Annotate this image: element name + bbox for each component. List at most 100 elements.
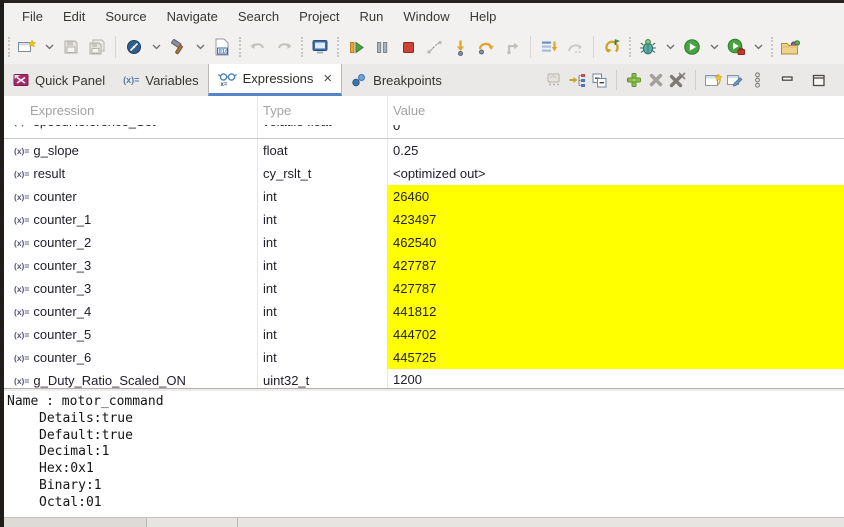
open-resource-button[interactable]: [777, 34, 803, 60]
tab-variables[interactable]: (x)= Variables: [114, 64, 208, 96]
svg-text:010: 010: [219, 49, 229, 55]
view-toolbar: [544, 64, 844, 96]
run-menu-button[interactable]: [705, 34, 723, 60]
table-row[interactable]: (x)= counter_3 int 427787: [4, 277, 844, 300]
toolbar-drag-handle[interactable]: [301, 37, 303, 57]
view-menu-button[interactable]: [746, 68, 768, 92]
restart-button[interactable]: [599, 34, 625, 60]
expression-name: counter_4: [33, 304, 92, 319]
menu-item-search[interactable]: Search: [228, 5, 289, 28]
table-row[interactable]: (x)= counter_3 int 427787: [4, 254, 844, 277]
step-into-button[interactable]: [447, 34, 473, 60]
view-window-buttons: [776, 68, 836, 92]
save-button[interactable]: [58, 34, 84, 60]
minimize-button[interactable]: [776, 68, 798, 92]
step-over-button[interactable]: [473, 34, 499, 60]
table-row[interactable]: (x)= counter_4 int 441812: [4, 300, 844, 323]
menu-item-file[interactable]: File: [12, 5, 53, 28]
toolbar-drag-handle[interactable]: [629, 37, 631, 57]
table-row[interactable]: (x)= counter_2 int 462540: [4, 231, 844, 254]
menu-item-run[interactable]: Run: [350, 5, 394, 28]
binary-file-button[interactable]: 010: [209, 34, 235, 60]
expression-name: counter_1: [33, 212, 92, 227]
debug-button[interactable]: [635, 34, 661, 60]
expression-type: int: [263, 304, 277, 319]
table-row[interactable]: (x)= counter int 26460: [4, 185, 844, 208]
toolbar-drag-handle[interactable]: [239, 37, 241, 57]
detail-attribute: Binary:1: [39, 477, 102, 493]
new-wizard-button[interactable]: [14, 34, 40, 60]
redo-button[interactable]: [271, 34, 297, 60]
menu-item-project[interactable]: Project: [289, 5, 349, 28]
tab-breakpoints[interactable]: Breakpoints: [342, 64, 451, 96]
remove-all-expressions-button[interactable]: [667, 68, 689, 92]
chevron-down-icon: [710, 44, 718, 50]
undo-button[interactable]: [245, 34, 271, 60]
terminate-button[interactable]: [395, 34, 421, 60]
toolbar-separator: [115, 36, 116, 58]
drop-to-frame-button[interactable]: [562, 34, 588, 60]
variables-icon: (x)=: [123, 75, 140, 85]
table-row[interactable]: (x)= result cy_rslt_t <optimized out>: [4, 162, 844, 185]
profile-button[interactable]: [723, 34, 749, 60]
step-into-icon: [456, 40, 464, 56]
suspend-button[interactable]: [369, 34, 395, 60]
menu-item-source[interactable]: Source: [95, 5, 156, 28]
open-new-view-button[interactable]: [702, 68, 724, 92]
pause-icon: [377, 41, 388, 53]
variable-icon: (x)=: [14, 375, 30, 386]
build-menu-button[interactable]: [191, 34, 209, 60]
menu-item-navigate[interactable]: Navigate: [157, 5, 228, 28]
expression-name: counter_6: [33, 350, 92, 365]
toolbar-drag-handle[interactable]: [771, 37, 773, 57]
expression-name: counter: [33, 189, 77, 204]
tab-expressions[interactable]: x= Expressions ×: [207, 64, 343, 96]
status-segment: [4, 518, 147, 527]
column-header-value[interactable]: Value: [393, 103, 425, 118]
disconnect-button[interactable]: [421, 34, 447, 60]
add-expression-button[interactable]: [623, 68, 645, 92]
expression-detail-pane[interactable]: Name : motor_command Details:true Defaul…: [4, 391, 844, 517]
profile-menu-button[interactable]: [749, 34, 767, 60]
remove-expression-button[interactable]: [645, 68, 667, 92]
collapse-all-button[interactable]: [588, 68, 610, 92]
open-console-button[interactable]: [307, 34, 333, 60]
build-button[interactable]: [165, 34, 191, 60]
table-row[interactable]: (x)= speedReference_Set volatile float 0: [4, 125, 844, 139]
run-button[interactable]: [679, 34, 705, 60]
table-row[interactable]: (x)= counter_1 int 423497: [4, 208, 844, 231]
show-logical-structures-button[interactable]: [566, 68, 588, 92]
tab-quick-panel[interactable]: Quick Panel: [4, 64, 114, 96]
show-type-names-button[interactable]: [544, 68, 566, 92]
tab-label: Breakpoints: [373, 72, 442, 88]
maximize-button[interactable]: [808, 68, 830, 92]
column-header-expression[interactable]: Expression: [30, 103, 94, 118]
step-return-button[interactable]: [499, 34, 525, 60]
edit-expression-button[interactable]: [724, 68, 746, 92]
tab-label: Quick Panel: [35, 72, 106, 88]
menu-item-window[interactable]: Window: [393, 5, 459, 28]
table-row[interactable]: (x)= g_Duty_Ratio_Scaled_ON uint32_t 1200: [4, 369, 844, 389]
expressions-table: Expression Type Value (x)= speedReference…: [4, 96, 844, 388]
instruction-stepping-button[interactable]: [536, 34, 562, 60]
resume-button[interactable]: [343, 34, 369, 60]
menu-item-edit[interactable]: Edit: [53, 5, 95, 28]
menu-item-help[interactable]: Help: [460, 5, 507, 28]
quick-panel-icon: [13, 74, 29, 86]
table-row[interactable]: (x)= counter_6 int 445725: [4, 346, 844, 369]
debug-configuration-button[interactable]: [121, 34, 147, 60]
step-return-icon: [506, 42, 518, 55]
save-icon: [64, 40, 78, 54]
debug-configuration-menu-button[interactable]: [147, 34, 165, 60]
chevron-down-icon: [45, 44, 53, 50]
new-wizard-menu-button[interactable]: [40, 34, 58, 60]
table-row[interactable]: (x)= g_slope float 0.25: [4, 139, 844, 162]
toolbar-drag-handle[interactable]: [337, 37, 339, 57]
column-header-type[interactable]: Type: [263, 103, 291, 118]
save-all-button[interactable]: [84, 34, 110, 60]
variable-icon: (x)=: [14, 352, 30, 363]
table-row[interactable]: (x)= counter_5 int 444702: [4, 323, 844, 346]
toolbar-drag-handle[interactable]: [8, 37, 10, 57]
debug-menu-button[interactable]: [661, 34, 679, 60]
close-icon[interactable]: ×: [323, 71, 332, 86]
